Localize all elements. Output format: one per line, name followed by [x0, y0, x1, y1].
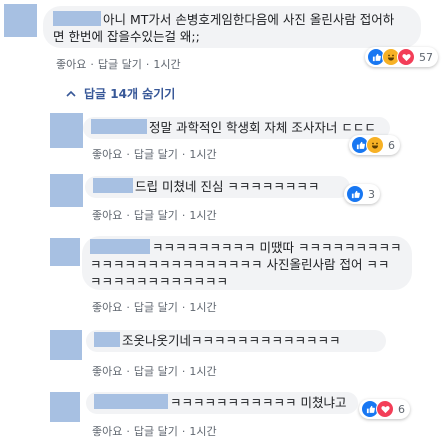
reply-like-link[interactable]: 좋아요 [92, 365, 122, 378]
reply-actions: 좋아요 · 답글 달기 · 1시간 [92, 425, 217, 438]
commenter-name-redacted[interactable] [94, 394, 168, 409]
reply-reactions[interactable]: 3 [344, 184, 380, 204]
main-comment-avatar[interactable] [4, 4, 37, 37]
commenter-name-redacted[interactable] [90, 239, 150, 254]
reply-reactions[interactable]: 6 [359, 399, 410, 419]
reply-avatar[interactable] [50, 330, 82, 360]
main-time[interactable]: 1시간 [153, 58, 180, 71]
reply-time[interactable]: 1시간 [189, 301, 216, 314]
main-comment-actions: 좋아요 · 답글 달기 · 1시간 [56, 58, 181, 71]
main-comment-text-line1: 아니 MT가서 손병호게임한다음에 사진 올린사람 접어하 [103, 12, 395, 27]
main-comment-text-line2: 면 한번에 잡을수있는걸 왜;; [53, 29, 200, 44]
commenter-name-redacted[interactable] [91, 119, 147, 134]
reply-avatar[interactable] [50, 113, 83, 148]
reply-text: ㅋㅋㅋㅋㅋㅋㅋㅋㅋㅋㅋ 미쳤냐고 [170, 395, 347, 410]
reply-bubble: 드립 미쳤네 진심 ㅋㅋㅋㅋㅋㅋㅋㅋ [85, 176, 350, 198]
reply-time[interactable]: 1시간 [189, 425, 216, 438]
reply-actions: 좋아요 · 답글 달기 · 1시간 [92, 301, 217, 314]
reply-reaction-count: 6 [398, 402, 405, 416]
main-comment-bubble: 아니 MT가서 손병호게임한다음에 사진 올린사람 접어하 면 한번에 잡을수있… [43, 6, 421, 48]
commenter-name-redacted[interactable] [53, 11, 101, 26]
reply-reply-link[interactable]: 답글 달기 [134, 365, 178, 378]
hide-replies-toggle[interactable]: 답글 14개 숨기기 [66, 85, 175, 102]
like-icon [346, 185, 364, 203]
reply-avatar[interactable] [50, 392, 80, 422]
reply-like-link[interactable]: 좋아요 [92, 301, 122, 314]
reply-like-link[interactable]: 좋아요 [92, 425, 122, 438]
reply-text-line3: ㅋㅋㅋㅋㅋㅋㅋㅋㅋㅋㅋㅋ [90, 274, 229, 289]
reply-text-line2: ㅋㅋㅋㅋㅋㅋㅋㅋㅋㅋㅋㅋㅋㅋㅋ 사진올린사람 접어 ㅋㅋ [90, 257, 390, 272]
reply-time[interactable]: 1시간 [189, 148, 216, 161]
reply-bubble: 정말 과학적인 학생회 자체 조사자너 ㄷㄷㄷ [83, 117, 390, 139]
reply-text-line1: ㅋㅋㅋㅋㅋㅋㅋㅋㅋ 미땠따 ㅋㅋㅋㅋㅋㅋㅋㅋㅋ [152, 240, 402, 255]
reply-text: 드립 미쳤네 진심 ㅋㅋㅋㅋㅋㅋㅋㅋ [135, 179, 320, 194]
haha-icon [366, 136, 384, 154]
commenter-name-redacted[interactable] [93, 178, 133, 193]
reply-text: 조옷나옷기네ㅋㅋㅋㅋㅋㅋㅋㅋㅋㅋㅋㅋㅋ [122, 333, 341, 348]
commenter-name-redacted[interactable] [94, 332, 120, 347]
reply-like-link[interactable]: 좋아요 [92, 148, 122, 161]
reply-actions: 좋아요 · 답글 달기 · 1시간 [92, 209, 217, 222]
reply-bubble: ㅋㅋㅋㅋㅋㅋㅋㅋㅋㅋㅋ 미쳤냐고 [86, 392, 358, 414]
love-icon [397, 48, 415, 66]
reply-bubble: 조옷나옷기네ㅋㅋㅋㅋㅋㅋㅋㅋㅋㅋㅋㅋㅋ [86, 330, 386, 352]
reply-actions: 좋아요 · 답글 달기 · 1시간 [92, 148, 217, 161]
reply-reply-link[interactable]: 답글 달기 [134, 209, 178, 222]
main-reaction-count: 57 [419, 50, 433, 64]
reply-actions: 좋아요 · 답글 달기 · 1시간 [92, 365, 217, 378]
reply-reaction-count: 3 [368, 187, 375, 201]
reply-reply-link[interactable]: 답글 달기 [134, 301, 178, 314]
reply-avatar[interactable] [50, 174, 83, 207]
love-icon [376, 400, 394, 418]
reply-time[interactable]: 1시간 [189, 209, 216, 222]
reply-like-link[interactable]: 좋아요 [92, 209, 122, 222]
hide-replies-label: 답글 14개 숨기기 [84, 87, 176, 101]
reply-avatar[interactable] [50, 238, 80, 266]
main-reply-link[interactable]: 답글 달기 [98, 58, 142, 71]
reply-reaction-count: 6 [388, 138, 395, 152]
reply-reply-link[interactable]: 답글 달기 [134, 148, 178, 161]
reply-bubble: ㅋㅋㅋㅋㅋㅋㅋㅋㅋ 미땠따 ㅋㅋㅋㅋㅋㅋㅋㅋㅋ ㅋㅋㅋㅋㅋㅋㅋㅋㅋㅋㅋㅋㅋㅋㅋ … [82, 236, 412, 290]
reply-reactions[interactable]: 6 [349, 135, 400, 155]
main-like-link[interactable]: 좋아요 [56, 58, 86, 71]
main-comment-reactions[interactable]: 57 [365, 47, 438, 67]
reply-time[interactable]: 1시간 [189, 365, 216, 378]
reply-reply-link[interactable]: 답글 달기 [134, 425, 178, 438]
reply-text: 정말 과학적인 학생회 자체 조사자너 ㄷㄷㄷ [149, 120, 376, 135]
chevron-up-icon [66, 90, 76, 97]
